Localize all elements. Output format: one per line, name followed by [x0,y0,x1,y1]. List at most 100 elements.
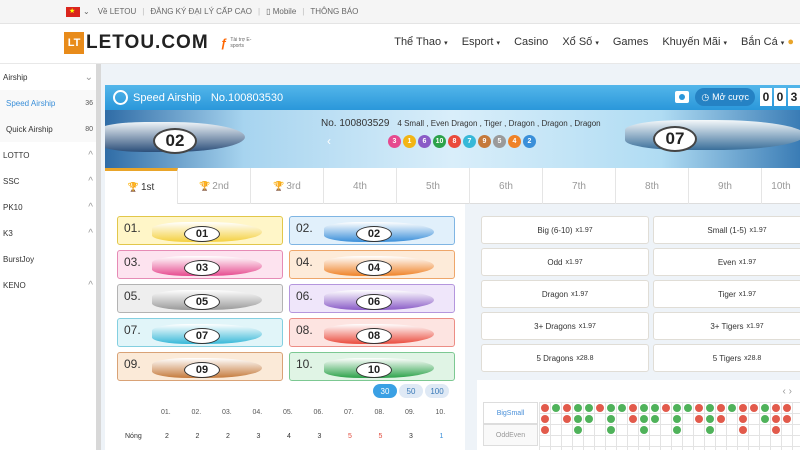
vietnam-flag-icon[interactable] [66,6,80,17]
camera-icon[interactable] [675,91,690,103]
boat-number: 09 [184,362,220,378]
nav-promotions[interactable]: Khuyến Mãi ▾ [662,36,727,48]
logo-text: LETOU.COM [86,32,209,53]
position-tabs: 🏆 1st 🏆 2nd 🏆 3rd 4th 5th 6th 7th 8th 9th 1… [105,168,800,204]
chip-30[interactable]: 30 [373,384,397,398]
road-dot [683,403,692,412]
bet-option[interactable]: Tiger x1.97 [653,280,800,308]
road-dot [782,414,791,423]
road-tab-bigsmall[interactable]: BigSmall [483,402,538,424]
boat-lane-06[interactable]: 06. 06 [289,284,455,313]
chevron-down-icon[interactable]: ⌄ [83,7,90,16]
tab-4th[interactable]: 4th [324,168,397,204]
nav-casino[interactable]: Casino [514,36,548,48]
tab-9th[interactable]: 9th [689,168,762,204]
tab-10th[interactable]: 10th [762,168,800,204]
partner-subtitle: Tài trợ E-sports [230,37,252,49]
stat-value: 4 [287,433,291,440]
chevron-up-icon: ^ [88,227,93,239]
road-tab-oddeven[interactable]: OddEven [483,424,538,446]
mobile-icon: ▯ [266,7,271,16]
nav-esport[interactable]: Esport ▾ [462,36,500,48]
sidebar-item-speed-airship[interactable]: Speed Airship 36 [0,90,96,116]
trophy-icon: 🏆 [199,180,211,191]
road-dot [540,403,549,412]
chip-100[interactable]: 100 [425,384,449,398]
boat-lane-03[interactable]: 03. 03 [117,250,283,279]
notice-link[interactable]: THÔNG BÁO [310,7,358,16]
road-dot [727,403,736,412]
agent-register-link[interactable]: ĐĂNG KÝ ĐẠI LÝ CẤP CAO [150,7,252,16]
road-dot [672,425,681,434]
boat-lane-02[interactable]: 02. 02 [289,216,455,245]
left-boat-number: 02 [153,128,197,154]
tab-8th[interactable]: 8th [616,168,689,204]
right-boat-number: 07 [653,126,697,152]
nav-lottery[interactable]: Xổ Số ▾ [562,36,599,48]
boat-lane-09[interactable]: 09. 09 [117,352,283,381]
bet-option-label: 5 Tigers [712,353,742,363]
bet-option[interactable]: Big (6-10) x1.97 [481,216,649,244]
road-nav-arrows[interactable]: ‹ › [783,386,792,397]
tab-7th[interactable]: 7th [543,168,616,204]
sidebar-item-k3[interactable]: K3 ^ [0,220,96,246]
sidebar-item-pk10[interactable]: PK10 ^ [0,194,96,220]
boat-lane-05[interactable]: 05. 05 [117,284,283,313]
boat-lane-07[interactable]: 07. 07 [117,318,283,347]
stat-col-header: 04. [252,409,263,416]
sidebar-item-airship[interactable]: Airship ⌄ [0,64,96,90]
boat-lane-01[interactable]: 01. 01 [117,216,283,245]
stat-col-header: 10. [435,409,446,416]
sidebar-item-lotto[interactable]: LOTTO ^ [0,142,96,168]
tab-1st[interactable]: 🏆 1st [105,168,178,204]
result-ball: 10 [433,135,446,148]
site-logo[interactable]: LT LETOU.COM ƒ Tài trợ E-sports [64,32,258,54]
lane-number: 09. [124,357,141,371]
bet-option-label: Big (6-10) [537,225,573,235]
bet-option[interactable]: 5 Tigers x28.8 [653,344,800,372]
history-count-chips: 30 50 100 [371,384,449,398]
bet-option-multiplier: x1.97 [746,322,764,330]
boat-lane-10[interactable]: 10. 10 [289,352,455,381]
chevron-up-icon: ^ [88,175,93,187]
tab-3rd[interactable]: 🏆 3rd [251,168,324,204]
mobile-link[interactable]: Mobile [273,7,297,16]
boat-number: 02 [356,226,392,242]
bet-option[interactable]: Odd x1.97 [481,248,649,276]
bet-option[interactable]: 5 Dragons x28.8 [481,344,649,372]
road-grid [539,402,800,450]
road-dot [672,403,681,412]
stat-value: 2 [226,433,230,440]
sidebar-item-ssc[interactable]: SSC ^ [0,168,96,194]
tab-5th[interactable]: 5th [397,168,470,204]
road-dot [573,425,582,434]
trophy-icon: 🏆 [273,180,285,191]
bet-option[interactable]: Even x1.97 [653,248,800,276]
chip-50[interactable]: 50 [399,384,423,398]
refresh-icon[interactable] [113,90,128,105]
tab-6th[interactable]: 6th [470,168,543,204]
bet-option[interactable]: 3+ Tigers x1.97 [653,312,800,340]
result-issue: No. 100803529 [321,118,390,129]
nav-games[interactable]: Games [613,36,648,48]
nav-sports[interactable]: Thể Thao ▾ [394,36,447,48]
bet-option-label: Even [717,257,737,267]
chevron-left-icon[interactable]: ‹ [327,134,331,148]
bet-option[interactable]: Small (1-5) x1.97 [653,216,800,244]
sidebar-item-quick-airship[interactable]: Quick Airship 80 [0,116,96,142]
bet-option[interactable]: 3+ Dragons x1.97 [481,312,649,340]
nav-fishing[interactable]: Bắn Cá ▾ ● [741,36,794,48]
stat-value: 1 [439,433,444,440]
boat-lane-04[interactable]: 04. 04 [289,250,455,279]
lane-number: 08. [296,323,313,337]
boat-lane-08[interactable]: 08. 08 [289,318,455,347]
tab-2nd[interactable]: 🏆 2nd [178,168,251,204]
sidebar-item-burstjoy[interactable]: BurstJoy [0,246,96,272]
stat-row-label: Nóng [125,433,142,440]
main-header: LT LETOU.COM ƒ Tài trợ E-sports Thể Thao… [0,24,800,64]
result-ball: 6 [418,135,431,148]
road-dot [705,403,714,412]
about-link[interactable]: Về LETOU [98,7,137,16]
bet-option[interactable]: Dragon x1.97 [481,280,649,308]
sidebar-item-keno[interactable]: KENO ^ [0,272,96,298]
